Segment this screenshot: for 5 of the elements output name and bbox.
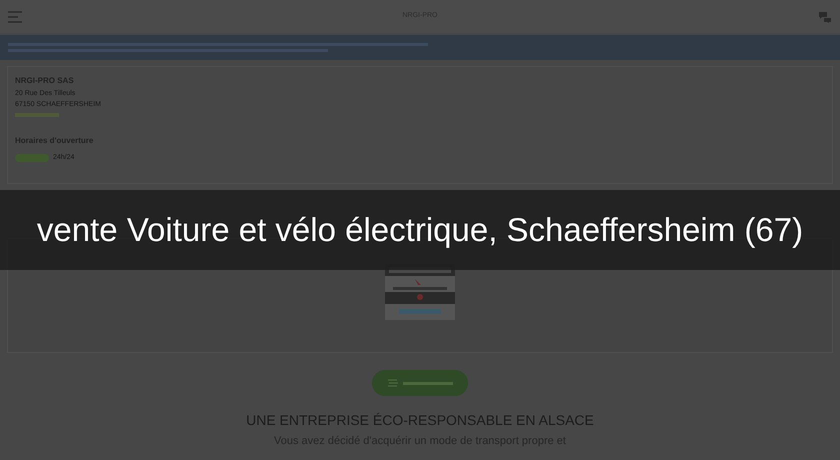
chat-icon[interactable] [818,10,832,22]
contact-button[interactable] [372,370,468,396]
open-badge [15,154,49,162]
menu-icon[interactable] [8,10,22,22]
caption-text: vente Voiture et vélo électrique, Schaeffersheim (67) [36,210,804,250]
